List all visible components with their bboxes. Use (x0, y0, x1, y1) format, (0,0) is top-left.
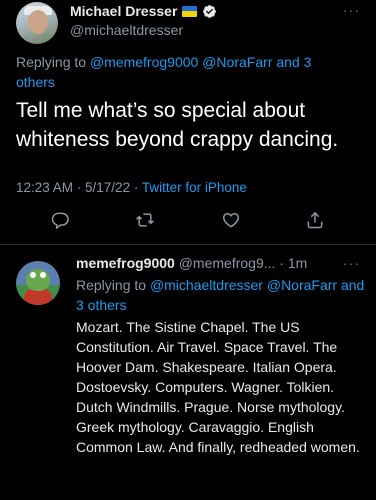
ukraine-flag-icon (182, 5, 198, 17)
replying-to: Replying to @memefrog9000 @NoraFarr and … (16, 52, 346, 92)
reply-author-handle-time[interactable]: @memefrog9... · 1m (179, 255, 308, 271)
action-bar (0, 206, 376, 236)
like-icon[interactable] (221, 210, 241, 230)
retweet-icon[interactable] (135, 210, 155, 230)
author-avatar[interactable] (16, 2, 58, 44)
tweet-text: Tell me what’s so special about whitenes… (16, 99, 339, 151)
reply-tweet[interactable]: memefrog9000 @memefrog9... · 1m ··· Repl… (0, 245, 376, 500)
tweet-source[interactable]: Twitter for iPhone (142, 180, 247, 195)
more-options-icon[interactable]: ··· (343, 2, 360, 18)
share-icon[interactable] (305, 210, 325, 230)
verified-badge-icon (203, 4, 217, 18)
reply-icon[interactable] (50, 210, 70, 230)
reply-header: memefrog9000 @memefrog9... · 1m (76, 255, 307, 271)
reply-replying-to-mentions[interactable]: @michaeltdresser @NoraFarr (150, 277, 337, 293)
reply-author-avatar[interactable] (16, 261, 60, 305)
reply-author-name[interactable]: memefrog9000 (76, 255, 175, 271)
tweet-meta: 12:23 AM · 5/17/22 · Twitter for iPhone (16, 180, 247, 195)
reply-replying-to-label: Replying to (76, 277, 147, 293)
reply-text: Mozart. The Sistine Chapel. The US Const… (76, 319, 360, 455)
tweet-timestamp[interactable]: 12:23 AM · 5/17/22 · (16, 180, 138, 195)
reply-more-options-icon[interactable]: ··· (343, 255, 360, 271)
avatar-face (28, 10, 48, 34)
replying-to-label: Replying to (16, 54, 87, 70)
replying-to-mentions[interactable]: @memefrog9000 @NoraFarr (90, 54, 273, 70)
author-name-line: Michael Dresser (70, 3, 217, 19)
author-handle[interactable]: @michaeltdresser (70, 22, 183, 38)
author-name[interactable]: Michael Dresser (70, 3, 177, 19)
main-tweet: Michael Dresser @michaeltdresser ··· Rep… (0, 0, 376, 245)
reply-replying-to: Replying to @michaeltdresser @NoraFarr a… (76, 275, 366, 315)
